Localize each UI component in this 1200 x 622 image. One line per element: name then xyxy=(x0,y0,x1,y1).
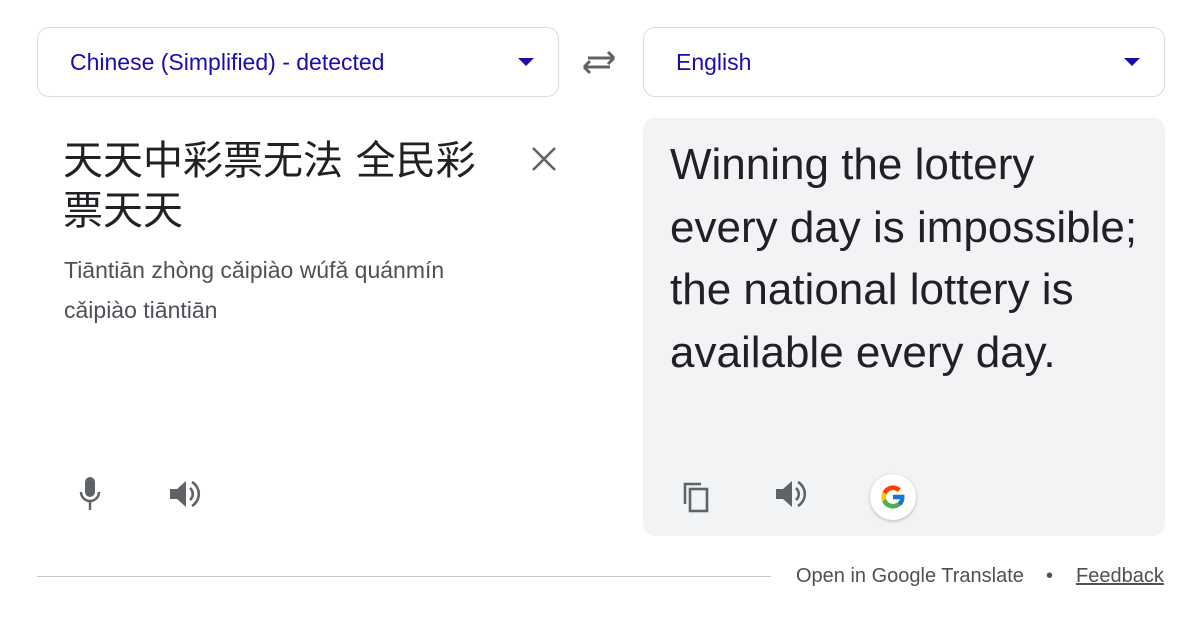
copy-translation-button[interactable] xyxy=(671,473,719,521)
google-search-button[interactable] xyxy=(870,474,916,520)
source-text[interactable]: 天天中彩票无法 全民彩票天天 xyxy=(63,136,503,236)
swap-arrows-icon xyxy=(582,51,616,75)
translation-listen-button[interactable] xyxy=(768,470,816,518)
swap-languages-button[interactable] xyxy=(578,42,620,84)
source-language-select[interactable]: Chinese (Simplified) - detected xyxy=(37,27,559,97)
copy-icon xyxy=(683,482,709,513)
romanization-text: Tiāntiān zhòng cǎipiào wúfǎ quánmín cǎip… xyxy=(64,257,445,323)
google-g-icon xyxy=(881,485,906,509)
microphone-button[interactable] xyxy=(66,470,114,518)
open-in-google-translate-link[interactable]: Open in Google Translate xyxy=(796,565,1024,588)
speaker-icon xyxy=(776,480,807,508)
footer-divider xyxy=(37,576,771,577)
microphone-icon xyxy=(79,477,101,510)
chevron-down-icon xyxy=(1124,58,1140,66)
target-language-label: English xyxy=(676,48,752,75)
target-language-select[interactable]: English xyxy=(643,27,1165,97)
chevron-down-icon xyxy=(518,58,534,66)
translated-text: Winning the lottery every day is impossi… xyxy=(670,140,1138,377)
feedback-link[interactable]: Feedback xyxy=(1076,565,1164,588)
speaker-icon xyxy=(170,480,201,508)
clear-source-button[interactable] xyxy=(523,138,565,180)
footer-separator: • xyxy=(1046,565,1054,587)
close-icon xyxy=(532,147,556,171)
source-language-label: Chinese (Simplified) - detected xyxy=(70,48,385,75)
source-listen-button[interactable] xyxy=(162,470,210,518)
